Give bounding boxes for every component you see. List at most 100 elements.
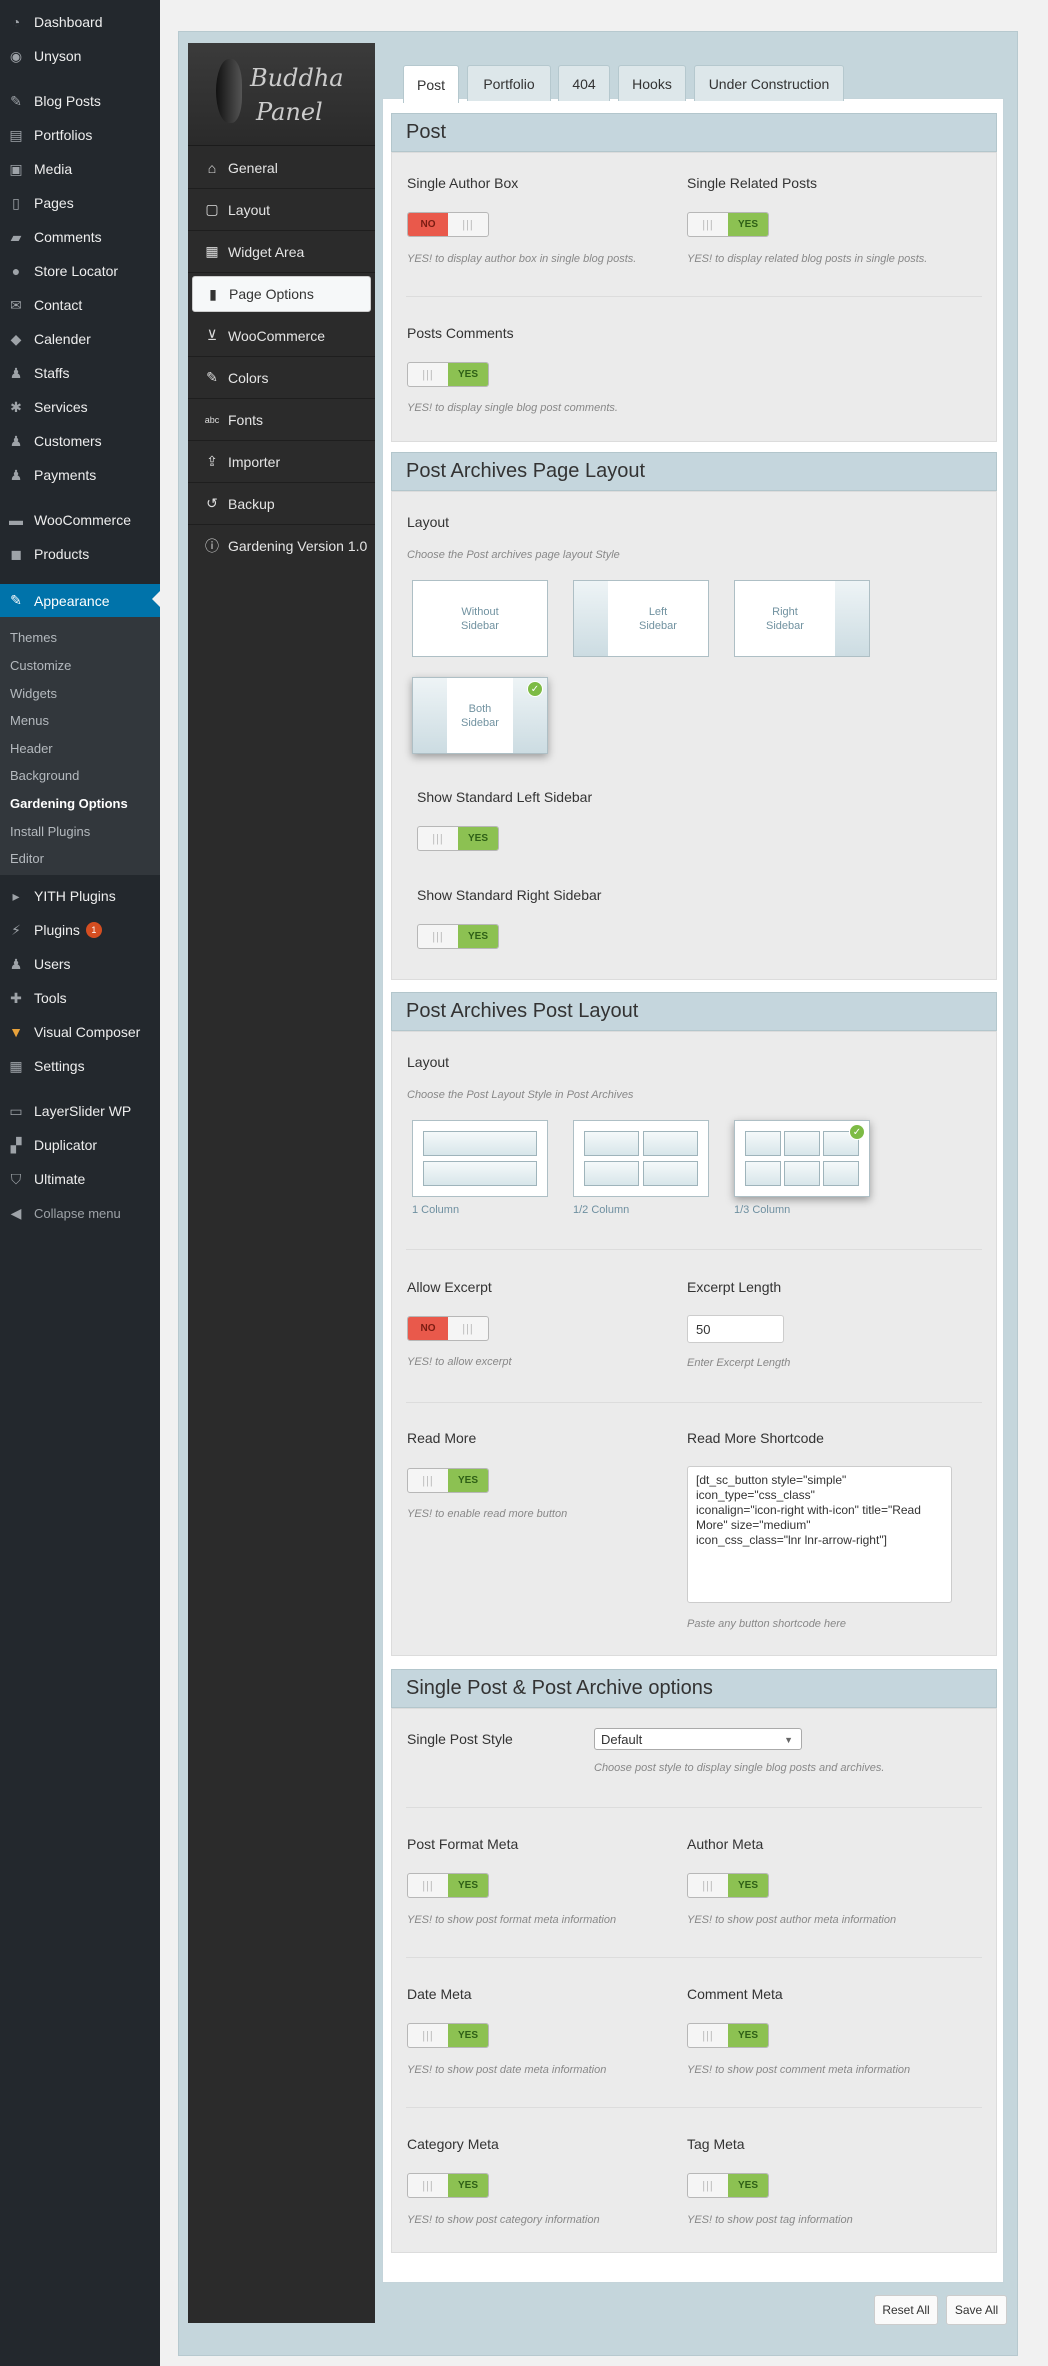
reset-all-button[interactable]: Reset All bbox=[874, 2295, 938, 2325]
post-layout-desc: Choose the Post Layout Style in Post Arc… bbox=[407, 1089, 634, 1101]
comments-icon: ▰ bbox=[10, 228, 22, 245]
post-layout-1-column[interactable] bbox=[412, 1120, 548, 1197]
excerpt-length-input[interactable]: 50 bbox=[687, 1315, 784, 1343]
nav-colors[interactable]: ✎ Colors bbox=[188, 357, 375, 399]
nav-layout[interactable]: ▢ Layout bbox=[188, 189, 375, 231]
wp-menu-customers[interactable]: ♟ Customers bbox=[0, 426, 160, 456]
single-author-box-toggle[interactable]: NO ||| bbox=[407, 212, 489, 237]
layout-left-sidebar[interactable]: Left Sidebar bbox=[573, 580, 709, 657]
single-related-posts-toggle[interactable]: ||| YES bbox=[687, 212, 769, 237]
tab-portfolio[interactable]: Portfolio bbox=[467, 65, 551, 101]
nav-importer[interactable]: ⇪ Importer bbox=[188, 441, 375, 483]
wp-sub-menus[interactable]: Menus bbox=[10, 709, 49, 731]
post-format-meta-toggle[interactable]: ||| YES bbox=[407, 1873, 489, 1898]
wp-menu-yith-plugins[interactable]: ▸ YITH Plugins bbox=[0, 881, 160, 911]
tag-meta-desc: YES! to show post tag information bbox=[687, 2214, 853, 2226]
nav-version[interactable]: ⓘ Gardening Version 1.0 bbox=[188, 525, 375, 567]
wp-sub-themes[interactable]: Themes bbox=[10, 626, 57, 648]
tab-hooks[interactable]: Hooks bbox=[618, 65, 686, 101]
wp-menu-store-locator[interactable]: ● Store Locator bbox=[0, 256, 160, 286]
comment-meta-desc: YES! to show post comment meta informati… bbox=[687, 2064, 911, 2076]
nav-fonts[interactable]: abc Fonts bbox=[188, 399, 375, 441]
read-more-toggle[interactable]: ||| YES bbox=[407, 1468, 489, 1493]
nav-general[interactable]: ⌂ General bbox=[188, 147, 375, 189]
layout-both-sidebar[interactable]: Both Sidebar ✓ bbox=[412, 677, 548, 754]
wp-sub-widgets[interactable]: Widgets bbox=[10, 682, 57, 704]
divider bbox=[406, 296, 982, 297]
brush-icon: ✎ bbox=[10, 592, 22, 608]
wp-menu-blog-posts[interactable]: ✎ Blog Posts bbox=[0, 86, 160, 116]
wp-menu-comments[interactable]: ▰ Comments bbox=[0, 222, 160, 252]
save-all-button[interactable]: Save All bbox=[946, 2295, 1007, 2325]
author-meta-toggle[interactable]: ||| YES bbox=[687, 1873, 769, 1898]
divider bbox=[406, 1249, 982, 1250]
wp-menu-media[interactable]: ▣ Media bbox=[0, 154, 160, 184]
nav-page-options[interactable]: ▮ Page Options bbox=[192, 276, 371, 312]
allow-excerpt-toggle[interactable]: NO ||| bbox=[407, 1316, 489, 1341]
envelope-icon: ✉ bbox=[10, 296, 22, 313]
wp-menu-tools[interactable]: ✚ Tools bbox=[0, 983, 160, 1013]
wp-sub-background[interactable]: Background bbox=[10, 764, 79, 786]
yith-icon: ▸ bbox=[12, 887, 20, 904]
dashboard-icon: ◔ bbox=[11, 14, 21, 30]
category-meta-toggle[interactable]: ||| YES bbox=[407, 2173, 489, 2198]
wp-menu-products[interactable]: ◼ Products bbox=[0, 539, 160, 569]
read-more-shortcode-textarea[interactable]: [dt_sc_button style="simple" icon_type="… bbox=[687, 1466, 952, 1603]
posts-comments-label: Posts Comments bbox=[407, 325, 514, 341]
single-post-style-select[interactable]: Default ▼ bbox=[594, 1728, 802, 1750]
show-right-sidebar-toggle[interactable]: ||| YES bbox=[417, 924, 499, 949]
section-post-title: Post bbox=[391, 113, 997, 152]
wp-menu-layerslider[interactable]: ▭ LayerSlider WP bbox=[0, 1096, 160, 1126]
post-format-meta-label: Post Format Meta bbox=[407, 1836, 519, 1852]
wp-sub-install-plugins[interactable]: Install Plugins bbox=[10, 820, 90, 842]
wp-menu-dashboard[interactable]: ◔ Dashboard bbox=[0, 7, 160, 37]
category-meta-label: Category Meta bbox=[407, 2136, 499, 2152]
wp-menu-pages[interactable]: ▯ Pages bbox=[0, 188, 160, 218]
wp-menu-visual-composer[interactable]: ▼ Visual Composer bbox=[0, 1017, 160, 1047]
tab-under-construction[interactable]: Under Construction bbox=[694, 65, 844, 101]
users-icon: ♟ bbox=[9, 955, 23, 972]
date-meta-toggle[interactable]: ||| YES bbox=[407, 2023, 489, 2048]
wp-menu-calender[interactable]: ◆ Calender bbox=[0, 324, 160, 354]
wp-sub-gardening-options[interactable]: Gardening Options bbox=[10, 792, 128, 814]
wp-menu-contact[interactable]: ✉ Contact bbox=[0, 290, 160, 320]
wp-menu-plugins[interactable]: ⚡ Plugins 1 bbox=[0, 915, 160, 945]
post-layout-half-column[interactable] bbox=[573, 1120, 709, 1197]
tab-post[interactable]: Post bbox=[403, 65, 459, 103]
wp-menu-duplicator[interactable]: ▞ Duplicator bbox=[0, 1130, 160, 1160]
nav-backup[interactable]: ↺ Backup bbox=[188, 483, 375, 525]
wp-menu-collapse[interactable]: ◀ Collapse menu bbox=[0, 1198, 160, 1228]
wp-menu-portfolios[interactable]: ▤ Portfolios bbox=[0, 120, 160, 150]
section-post-body bbox=[391, 152, 997, 442]
show-left-sidebar-toggle[interactable]: ||| YES bbox=[417, 826, 499, 851]
tab-404[interactable]: 404 bbox=[558, 65, 610, 101]
wp-sub-customize[interactable]: Customize bbox=[10, 654, 71, 676]
divider bbox=[406, 2107, 982, 2108]
author-meta-label: Author Meta bbox=[687, 1836, 764, 1852]
nav-widget-area[interactable]: ▦ Widget Area bbox=[188, 231, 375, 273]
tag-meta-toggle[interactable]: ||| YES bbox=[687, 2173, 769, 2198]
wp-sub-header[interactable]: Header bbox=[10, 737, 53, 759]
show-right-sidebar-label: Show Standard Right Sidebar bbox=[417, 887, 602, 903]
posts-comments-toggle[interactable]: ||| YES bbox=[407, 362, 489, 387]
allow-excerpt-label: Allow Excerpt bbox=[407, 1279, 492, 1295]
brush-icon: ✎ bbox=[206, 369, 218, 385]
nav-woocommerce[interactable]: ⊻ WooCommerce bbox=[188, 315, 375, 357]
wp-sub-editor[interactable]: Editor bbox=[10, 847, 44, 869]
wp-menu-woocommerce[interactable]: ▬ WooCommerce bbox=[0, 505, 160, 535]
wp-menu-appearance[interactable]: ✎ Appearance bbox=[0, 584, 160, 617]
layout-without-sidebar[interactable]: Without Sidebar bbox=[412, 580, 548, 657]
post-layout-third-column[interactable]: ✓ bbox=[734, 1120, 870, 1197]
comment-meta-toggle[interactable]: ||| YES bbox=[687, 2023, 769, 2048]
wp-menu-unyson[interactable]: ◉ Unyson bbox=[0, 41, 160, 71]
layout-right-sidebar[interactable]: Right Sidebar bbox=[734, 580, 870, 657]
wp-menu-settings[interactable]: ▦ Settings bbox=[0, 1051, 160, 1081]
wp-menu-services[interactable]: ✱ Services bbox=[0, 392, 160, 422]
post-layout-half-column-caption: 1/2 Column bbox=[573, 1204, 630, 1216]
wp-menu-users[interactable]: ♟ Users bbox=[0, 949, 160, 979]
wp-menu-payments[interactable]: ♟ Payments bbox=[0, 460, 160, 490]
wp-menu-ultimate[interactable]: ⛉ Ultimate bbox=[0, 1164, 160, 1194]
services-icon: ✱ bbox=[10, 398, 22, 415]
date-meta-desc: YES! to show post date meta information bbox=[407, 2064, 607, 2076]
wp-menu-staffs[interactable]: ♟ Staffs bbox=[0, 358, 160, 388]
